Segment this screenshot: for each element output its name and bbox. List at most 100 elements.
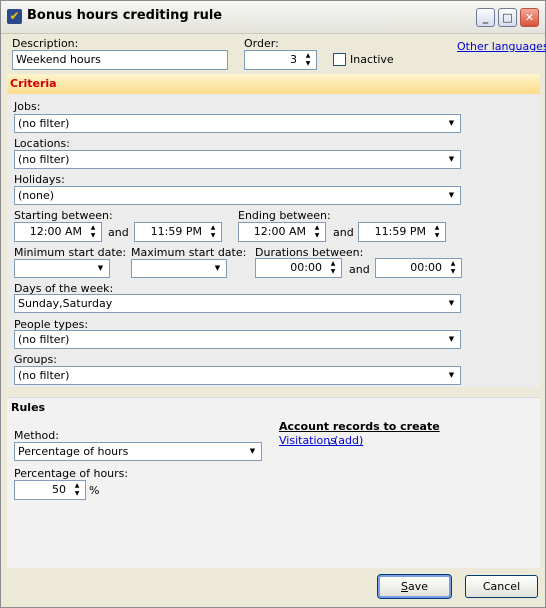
chevron-down-icon[interactable]: ▼ — [211, 262, 224, 275]
percentage-label: Percentage of hours: — [14, 467, 129, 480]
people-types-select[interactable]: (no filter) ▼ — [14, 330, 461, 349]
spin-up-icon[interactable]: ▲ — [70, 482, 84, 490]
spin-up-icon[interactable]: ▲ — [301, 52, 315, 60]
starting-to-time[interactable]: 11:59 PM ▲ ▼ — [134, 222, 222, 242]
jobs-value: (no filter) — [18, 117, 70, 130]
rules-panel — [7, 397, 540, 568]
groups-label: Groups: — [14, 353, 57, 366]
min-start-date-picker[interactable]: ▼ — [14, 259, 110, 278]
chevron-down-icon[interactable]: ▼ — [445, 369, 458, 382]
inactive-label: Inactive — [350, 53, 394, 66]
ending-from-spin[interactable]: ▲ ▼ — [310, 224, 324, 240]
spin-down-icon[interactable]: ▼ — [310, 232, 324, 240]
spin-up-icon[interactable]: ▲ — [430, 224, 444, 232]
holidays-value: (none) — [18, 189, 55, 202]
starting-from-time[interactable]: 12:00 AM ▲ ▼ — [14, 222, 102, 242]
app-check-icon: ✔ — [7, 9, 22, 24]
save-accelerator: S — [400, 580, 408, 593]
and-label: and — [349, 263, 370, 276]
and-label: and — [108, 226, 129, 239]
starting-from-spin[interactable]: ▲ ▼ — [86, 224, 100, 240]
account-records-title: Account records to create — [279, 420, 440, 433]
ending-to-spin[interactable]: ▲ ▼ — [430, 224, 444, 240]
description-label: Description: — [12, 37, 79, 50]
percentage-spin[interactable]: ▲ ▼ — [70, 482, 84, 498]
chevron-down-icon[interactable]: ▼ — [445, 333, 458, 346]
and-label: and — [333, 226, 354, 239]
dialog-window: ✔ Bonus hours crediting rule _ □ ✕ Descr… — [0, 0, 546, 608]
spin-down-icon[interactable]: ▼ — [301, 60, 315, 68]
ending-between-label: Ending between: — [238, 209, 331, 222]
spin-up-icon[interactable]: ▲ — [310, 224, 324, 232]
people-types-value: (no filter) — [18, 333, 70, 346]
order-spin[interactable]: ▲ ▼ — [301, 52, 315, 68]
spin-down-icon[interactable]: ▼ — [70, 490, 84, 498]
duration-to-spin[interactable]: ▲ ▼ — [446, 260, 460, 276]
spin-up-icon[interactable]: ▲ — [446, 260, 460, 268]
ending-from-time[interactable]: 12:00 AM ▲ ▼ — [238, 222, 326, 242]
other-languages-link[interactable]: Other languages — [457, 40, 546, 53]
criteria-title: Criteria — [10, 77, 57, 90]
account-separator: , — [328, 434, 332, 447]
holidays-label: Holidays: — [14, 173, 65, 186]
days-of-week-value: Sunday,Saturday — [18, 297, 113, 310]
method-select[interactable]: Percentage of hours ▼ — [14, 442, 262, 461]
spin-down-icon[interactable]: ▼ — [430, 232, 444, 240]
spin-down-icon[interactable]: ▼ — [326, 268, 340, 276]
percentage-value: 50 — [52, 483, 66, 496]
chevron-down-icon[interactable]: ▼ — [445, 189, 458, 202]
chevron-down-icon[interactable]: ▼ — [445, 153, 458, 166]
chevron-down-icon[interactable]: ▼ — [445, 117, 458, 130]
min-start-date-label: Minimum start date: — [14, 246, 127, 259]
duration-from-spin[interactable]: ▲ ▼ — [326, 260, 340, 276]
locations-label: Locations: — [14, 137, 70, 150]
close-icon[interactable]: ✕ — [520, 8, 539, 27]
spin-up-icon[interactable]: ▲ — [86, 224, 100, 232]
order-value: 3 — [290, 53, 297, 66]
duration-to[interactable]: 00:00 ▲ ▼ — [375, 258, 462, 278]
starting-from-value: 12:00 AM — [29, 225, 82, 238]
jobs-select[interactable]: (no filter) ▼ — [14, 114, 461, 133]
method-value: Percentage of hours — [18, 445, 129, 458]
ending-to-time[interactable]: 11:59 PM ▲ ▼ — [358, 222, 446, 242]
max-start-date-label: Maximum start date: — [131, 246, 247, 259]
spin-up-icon[interactable]: ▲ — [326, 260, 340, 268]
criteria-header: Criteria — [7, 74, 540, 95]
cancel-button[interactable]: Cancel — [465, 575, 538, 598]
duration-to-value: 00:00 — [410, 261, 442, 274]
spin-down-icon[interactable]: ▼ — [86, 232, 100, 240]
duration-from-value: 00:00 — [290, 261, 322, 274]
locations-value: (no filter) — [18, 153, 70, 166]
chevron-down-icon[interactable]: ▼ — [445, 297, 458, 310]
holidays-select[interactable]: (none) ▼ — [14, 186, 461, 205]
ending-from-value: 12:00 AM — [253, 225, 306, 238]
window-title: Bonus hours crediting rule — [27, 8, 223, 23]
save-button[interactable]: Save — [377, 574, 452, 599]
max-start-date-picker[interactable]: ▼ — [131, 259, 227, 278]
chevron-down-icon[interactable]: ▼ — [246, 445, 259, 458]
rules-title: Rules — [11, 401, 46, 414]
spin-down-icon[interactable]: ▼ — [206, 232, 220, 240]
percentage-stepper[interactable]: 50 ▲ ▼ — [14, 480, 86, 500]
groups-select[interactable]: (no filter) ▼ — [14, 366, 461, 385]
chevron-down-icon[interactable]: ▼ — [94, 262, 107, 275]
minimize-icon[interactable]: _ — [476, 8, 495, 27]
locations-select[interactable]: (no filter) ▼ — [14, 150, 461, 169]
days-of-week-select[interactable]: Sunday,Saturday ▼ — [14, 294, 461, 313]
jobs-label: Jobs: — [14, 100, 41, 113]
method-label: Method: — [14, 429, 59, 442]
spin-up-icon[interactable]: ▲ — [206, 224, 220, 232]
maximize-icon[interactable]: □ — [498, 8, 517, 27]
ending-to-value: 11:59 PM — [374, 225, 426, 238]
order-stepper[interactable]: 3 ▲ ▼ — [244, 50, 317, 70]
add-account-link[interactable]: (add) — [334, 434, 363, 447]
duration-from[interactable]: 00:00 ▲ ▼ — [255, 258, 342, 278]
spin-down-icon[interactable]: ▼ — [446, 268, 460, 276]
title-bar[interactable]: ✔ Bonus hours crediting rule _ □ ✕ — [1, 1, 545, 34]
inactive-checkbox[interactable] — [333, 53, 346, 66]
starting-between-label: Starting between: — [14, 209, 113, 222]
save-label: ave — [407, 580, 428, 593]
starting-to-spin[interactable]: ▲ ▼ — [206, 224, 220, 240]
description-field[interactable]: Weekend hours — [12, 50, 228, 70]
starting-to-value: 11:59 PM — [150, 225, 202, 238]
